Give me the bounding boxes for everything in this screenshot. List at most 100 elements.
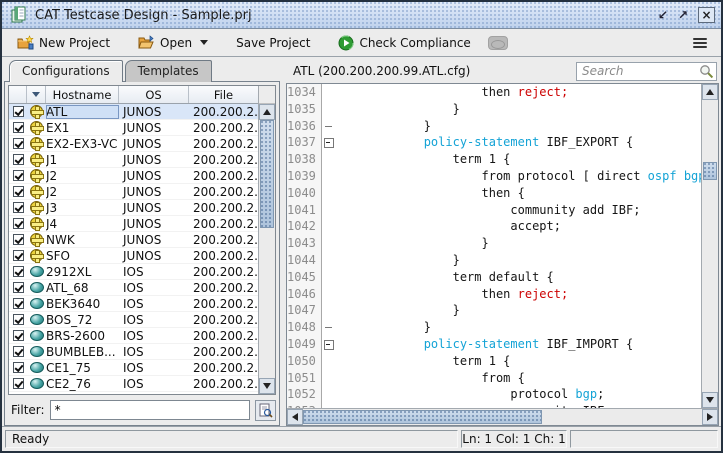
table-row[interactable]: NWK JUNOS 200.200.2... [9,232,258,248]
fold-toggle[interactable] [322,286,337,303]
scroll-up-button[interactable] [702,84,718,100]
fold-toggle[interactable] [322,185,337,202]
header-hostname[interactable]: Hostname [46,86,119,103]
row-checkbox[interactable] [13,314,24,325]
header-icon-dropdown[interactable] [27,86,46,103]
row-checkbox[interactable] [13,186,24,197]
editor-hscroll-track[interactable] [303,409,702,425]
editor-scroll-track[interactable] [702,100,718,392]
row-checkbox[interactable] [13,138,24,149]
scroll-left-button[interactable] [287,409,303,425]
open-button[interactable]: Open [131,32,215,54]
row-checkbox[interactable] [13,330,24,341]
table-scroll-thumb[interactable] [260,120,274,228]
row-checkbox[interactable] [13,346,24,357]
fold-toggle[interactable] [322,319,337,336]
row-checkbox[interactable] [13,154,24,165]
editor-hscroll-thumb[interactable] [303,410,542,424]
fold-toggle[interactable] [322,370,337,387]
fold-toggle[interactable] [322,134,337,151]
row-checkbox[interactable] [13,266,24,277]
fold-toggle[interactable] [322,118,337,135]
table-row[interactable]: J2 JUNOS 200.200.2... [9,184,258,200]
table-row[interactable]: 2912XL IOS 200.200.2... [9,264,258,280]
table-row[interactable]: J4 JUNOS 200.200.2... [9,216,258,232]
close-icon[interactable]: × [698,7,715,23]
fold-toggle[interactable] [322,101,337,118]
row-checkbox[interactable] [13,234,24,245]
row-checkbox[interactable] [13,202,24,213]
row-file: 200.200.2... [189,137,258,151]
open-dropdown-caret-icon [200,40,208,45]
scroll-right-button[interactable] [702,409,718,425]
editor-scroll-thumb[interactable] [703,162,717,180]
table-row[interactable]: ATL JUNOS 200.200.2... [9,104,258,120]
junos-device-icon [30,249,43,262]
menu-icon[interactable] [687,34,713,52]
maximize-icon[interactable]: ↗ [675,7,691,23]
minimize-icon[interactable]: ↙ [655,7,671,23]
table-row[interactable]: J3 JUNOS 200.200.2... [9,200,258,216]
tab-configurations[interactable]: Configurations [9,60,123,82]
code-lines[interactable]: 1034 then reject; 1035 } 1036 } 1037 pol… [287,84,701,408]
title-bar[interactable]: CAT Testcase Design - Sample.prj ↙ ↗ × [2,2,721,29]
fold-toggle[interactable] [322,403,337,408]
search-input[interactable] [576,62,717,81]
row-checkbox[interactable] [13,250,24,261]
table-row[interactable]: EX2-EX3-VC JUNOS 200.200.2... [9,136,258,152]
row-checkbox[interactable] [13,106,24,117]
fold-toggle[interactable] [322,269,337,286]
fold-toggle[interactable] [322,84,337,101]
scroll-down-button[interactable] [702,392,718,408]
new-project-button[interactable]: New Project [10,32,117,54]
table-row[interactable]: BEK3640 IOS 200.200.2... [9,296,258,312]
table-row[interactable]: EX1 JUNOS 200.200.2... [9,120,258,136]
check-compliance-button[interactable]: Check Compliance [331,32,477,54]
header-os[interactable]: OS [119,86,189,103]
row-checkbox[interactable] [13,362,24,373]
table-row[interactable]: CE2_76 IOS 200.200.2... [9,376,258,392]
fold-toggle[interactable] [322,151,337,168]
table-row[interactable]: J2 JUNOS 200.200.2... [9,168,258,184]
code-line: 1038 term 1 { [287,151,701,168]
filter-input[interactable] [50,400,250,420]
fold-toggle[interactable] [322,336,337,353]
table-row[interactable]: BOS_72 IOS 200.200.2... [9,312,258,328]
fold-toggle[interactable] [322,302,337,319]
table-row[interactable]: BRS-2600 IOS 200.200.2... [9,328,258,344]
table-scroll-track[interactable] [259,120,275,378]
junos-device-icon [30,153,43,166]
row-os: JUNOS [119,137,189,151]
line-number: 1045 [287,269,322,286]
save-project-button[interactable]: Save Project [229,33,317,53]
tab-templates[interactable]: Templates [125,60,212,82]
row-checkbox[interactable] [13,378,24,389]
filter-search-button[interactable] [255,400,276,421]
row-checkbox[interactable] [13,218,24,229]
row-checkbox[interactable] [13,282,24,293]
header-file[interactable]: File [189,86,258,103]
search-icon[interactable] [699,64,714,79]
table-row[interactable]: SFO JUNOS 200.200.2... [9,248,258,264]
row-checkbox[interactable] [13,170,24,181]
scroll-down-button[interactable] [259,378,275,394]
editor-horizontal-scrollbar[interactable] [287,408,718,425]
table-row[interactable]: BUMBLEB... IOS 200.200.2... [9,344,258,360]
table-row[interactable]: ATL_68 IOS 200.200.2... [9,280,258,296]
fold-toggle[interactable] [322,202,337,219]
table-row[interactable]: CE3_77 IOS 200.200.2... [9,392,258,394]
fold-toggle[interactable] [322,218,337,235]
fold-toggle[interactable] [322,168,337,185]
fold-toggle[interactable] [322,235,337,252]
row-os: JUNOS [119,185,189,199]
scroll-up-button[interactable] [259,104,275,120]
fold-toggle[interactable] [322,353,337,370]
table-row[interactable]: J1 JUNOS 200.200.2... [9,152,258,168]
row-checkbox[interactable] [13,298,24,309]
table-vertical-scrollbar[interactable] [258,86,275,394]
fold-toggle[interactable] [322,386,337,403]
fold-toggle[interactable] [322,252,337,269]
table-row[interactable]: CE1_75 IOS 200.200.2... [9,360,258,376]
row-checkbox[interactable] [13,122,24,133]
editor-vertical-scrollbar[interactable] [701,84,718,408]
